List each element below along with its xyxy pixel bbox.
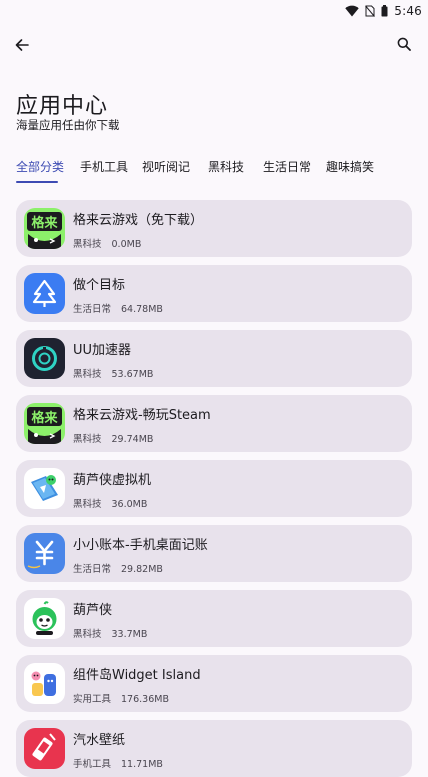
app-size: 176.36MB	[121, 694, 169, 705]
tab-all-categories[interactable]: 全部分类	[16, 158, 64, 175]
huluxia-vm-icon	[24, 468, 65, 509]
app-size: 29.82MB	[121, 564, 163, 575]
app-meta: 黑科技 36.0MB	[73, 496, 147, 510]
widget-island-icon	[24, 663, 65, 704]
app-size: 53.67MB	[111, 369, 154, 380]
app-name: UU加速器	[73, 343, 132, 358]
tab-phone-tools[interactable]: 手机工具	[80, 158, 128, 175]
category-tabs: 全部分类 手机工具 视听阅记 黑科技 生活日常 趣味搞笑	[0, 150, 428, 186]
uu-accelerator-icon	[24, 338, 65, 379]
page-subtitle: 海量应用任由你下载	[16, 118, 120, 132]
search-icon	[397, 36, 411, 55]
app-category: 黑科技	[73, 369, 102, 380]
app-category: 实用工具	[73, 694, 112, 705]
app-meta: 实用工具 176.36MB	[73, 691, 169, 705]
app-category: 生活日常	[73, 564, 112, 575]
app-size: 64.78MB	[121, 304, 163, 315]
app-name: 葫芦侠虚拟机	[73, 473, 152, 488]
status-icons: 5:46	[345, 3, 422, 19]
tab-black-tech[interactable]: 黑科技	[208, 158, 244, 175]
battery-icon	[381, 5, 388, 17]
list-item-app[interactable]: 做个目标 生活日常 64.78MB	[16, 265, 412, 322]
list-item-app[interactable]: UU加速器 黑科技 53.67MB	[16, 330, 412, 387]
app-name: 格来云游戏-畅玩Steam	[73, 408, 211, 423]
huluxia-icon	[24, 598, 65, 639]
app-name: 做个目标	[73, 278, 126, 293]
app-name: 组件岛Widget Island	[73, 668, 201, 683]
list-item-app[interactable]: 组件岛Widget Island 实用工具 176.36MB	[16, 655, 412, 712]
app-category: 生活日常	[73, 304, 112, 315]
list-item-app[interactable]: 小小账本-手机桌面记账 生活日常 29.82MB	[16, 525, 412, 582]
status-time: 5:46	[394, 4, 422, 18]
no-sim-icon	[365, 5, 376, 17]
app-meta: 黑科技 53.67MB	[73, 366, 153, 380]
list-item-app[interactable]: 格来 格来云游戏-畅玩Steam 黑科技 29.74MB	[16, 395, 412, 452]
app-size: 0.0MB	[111, 239, 142, 250]
list-item-app[interactable]: 葫芦侠虚拟机 黑科技 36.0MB	[16, 460, 412, 517]
app-meta: 黑科技 0.0MB	[73, 236, 141, 250]
tab-daily-life[interactable]: 生活日常	[263, 158, 311, 175]
back-button[interactable]	[10, 33, 34, 57]
page-title: 应用中心	[16, 94, 109, 119]
soda-wallpaper-icon	[24, 728, 65, 769]
app-category: 手机工具	[73, 759, 112, 770]
tab-indicator	[16, 181, 58, 183]
wifi-icon	[345, 5, 359, 17]
app-size: 29.74MB	[111, 434, 154, 445]
list-item-app[interactable]: 格来 格来云游戏（免下载） 黑科技 0.0MB	[16, 200, 412, 257]
app-meta: 生活日常 29.82MB	[73, 561, 163, 575]
app-meta: 生活日常 64.78MB	[73, 301, 163, 315]
search-button[interactable]	[392, 33, 416, 57]
tab-media-reading[interactable]: 视听阅记	[142, 158, 190, 175]
arrow-back-icon	[15, 36, 29, 55]
status-bar: 5:46	[0, 0, 428, 22]
app-size: 11.71MB	[121, 759, 163, 770]
list-item-app[interactable]: 葫芦侠 黑科技 33.7MB	[16, 590, 412, 647]
svg-text:格来: 格来	[31, 410, 58, 426]
top-app-bar	[0, 30, 428, 60]
app-category: 黑科技	[73, 239, 102, 250]
app-name: 格来云游戏（免下载）	[73, 213, 204, 228]
app-size: 33.7MB	[111, 629, 148, 640]
svg-text:格来: 格来	[31, 215, 58, 231]
gelai-cloud-game-icon: 格来	[24, 403, 65, 444]
app-size: 36.0MB	[111, 499, 148, 510]
yuan-ledger-icon	[24, 533, 65, 574]
list-item-app[interactable]: 汽水壁纸 手机工具 11.71MB	[16, 720, 412, 777]
app-category: 黑科技	[73, 434, 102, 445]
app-meta: 黑科技 33.7MB	[73, 626, 147, 640]
app-name: 葫芦侠	[73, 603, 113, 618]
app-name: 小小账本-手机桌面记账	[73, 538, 208, 553]
app-meta: 黑科技 29.74MB	[73, 431, 153, 445]
app-category: 黑科技	[73, 499, 102, 510]
app-category: 黑科技	[73, 629, 102, 640]
tree-target-icon	[24, 273, 65, 314]
app-name: 汽水壁纸	[73, 733, 126, 748]
tab-fun[interactable]: 趣味搞笑	[326, 158, 374, 175]
app-meta: 手机工具 11.71MB	[73, 756, 163, 770]
gelai-cloud-game-icon: 格来	[24, 208, 65, 249]
